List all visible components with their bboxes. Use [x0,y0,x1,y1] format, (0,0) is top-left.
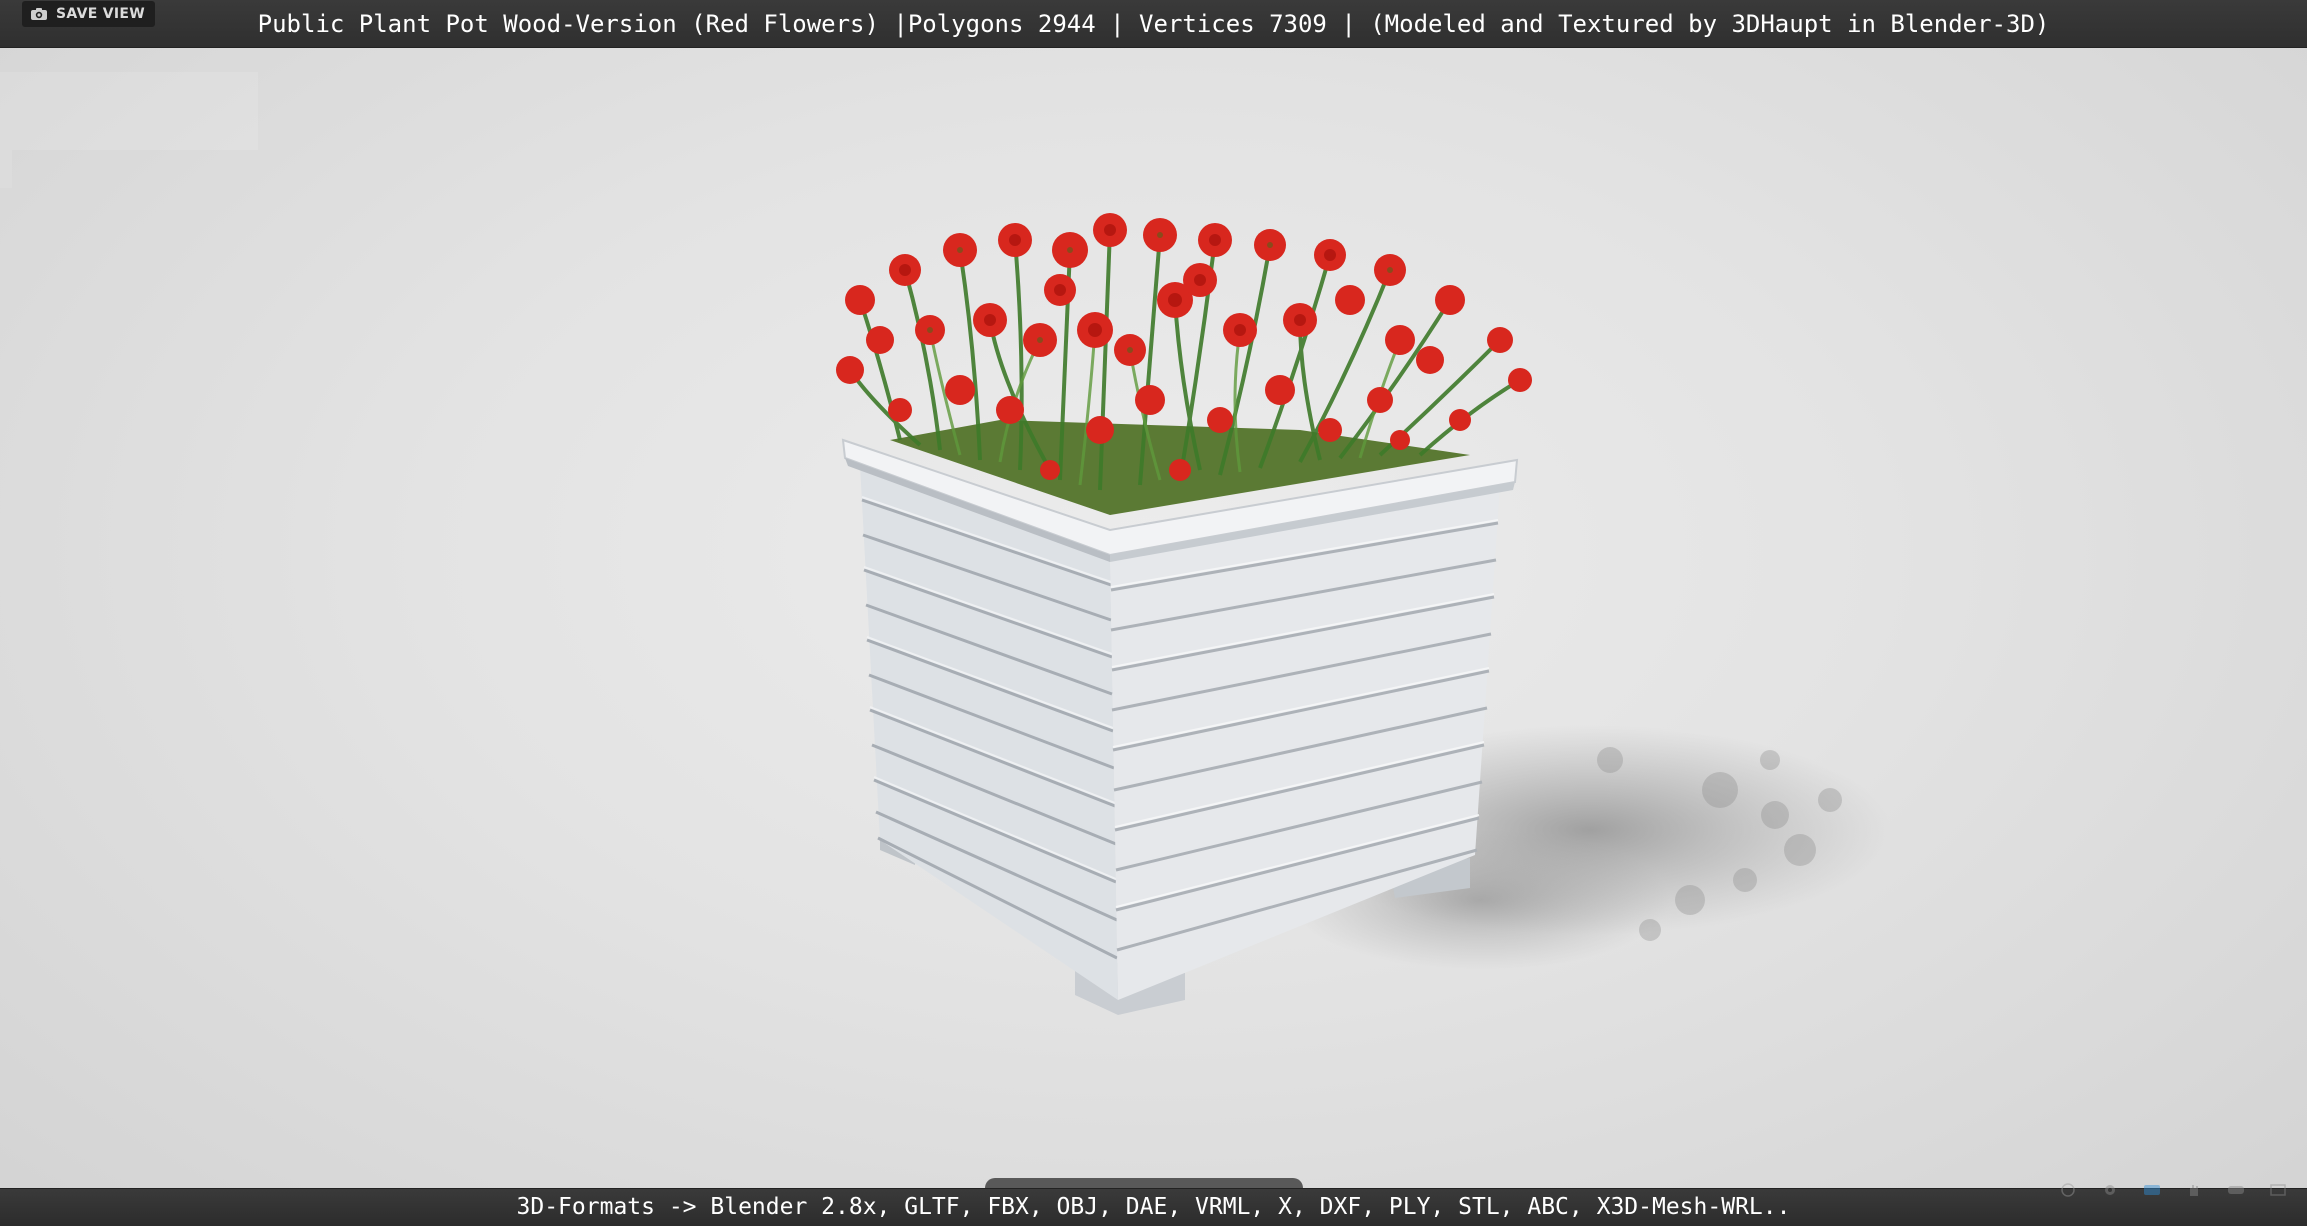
help-icon[interactable] [2059,1182,2077,1197]
model-title: Public Plant Pot Wood-Version (Red Flowe… [257,9,2050,38]
save-view-label: SAVE VIEW [56,6,145,22]
vr-icon[interactable] [2227,1182,2245,1196]
hd-badge-icon[interactable] [2143,1182,2161,1196]
hand-icon[interactable] [2185,1182,2203,1196]
overlay-info-panel-edge [0,150,12,188]
3d-viewport[interactable] [0,0,2307,1225]
camera-icon [31,8,47,20]
formats-caption: 3D-Formats -> Blender 2.8x, GLTF, FBX, O… [516,1193,1791,1220]
planter-model [836,213,1890,1015]
overlay-info-panel [0,72,258,150]
settings-icon[interactable] [2101,1182,2119,1196]
save-view-button[interactable]: SAVE VIEW [22,1,155,27]
status-icon-tray [2059,1182,2287,1197]
fullscreen-icon[interactable] [2269,1182,2287,1196]
